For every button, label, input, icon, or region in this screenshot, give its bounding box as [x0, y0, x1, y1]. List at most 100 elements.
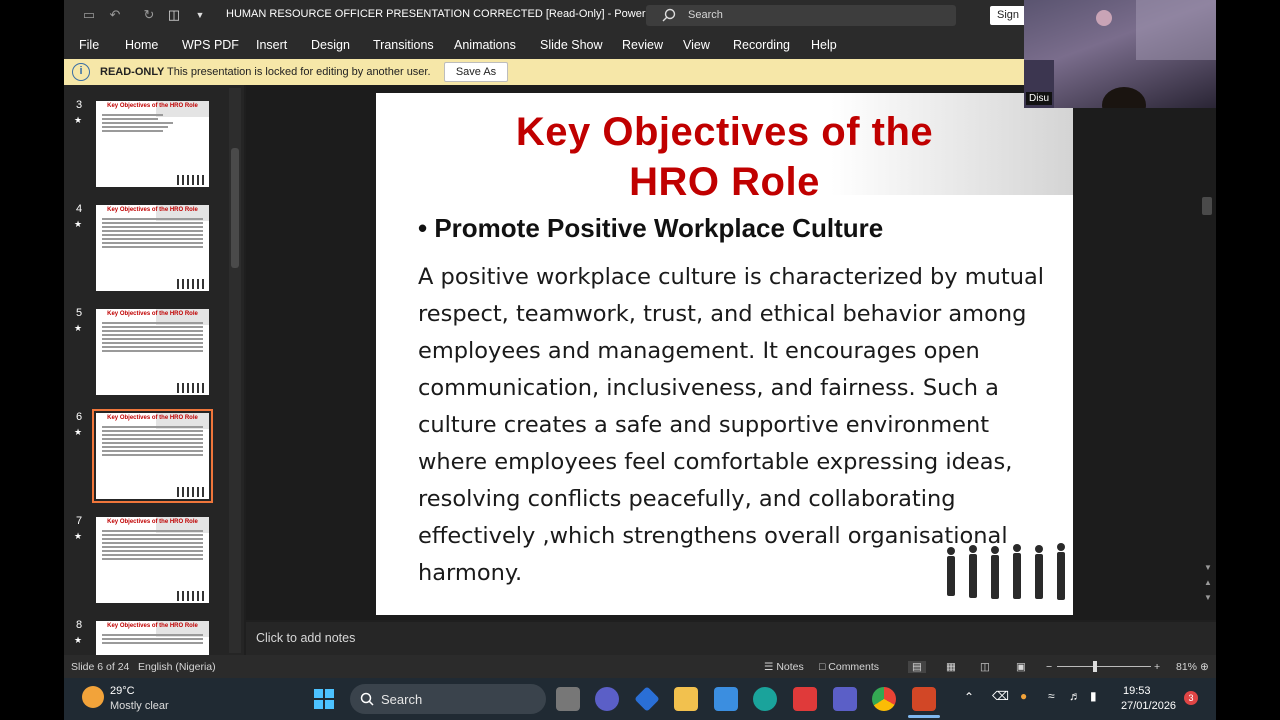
present-icon[interactable]: ◫: [166, 7, 182, 23]
powerpoint-icon[interactable]: [912, 687, 936, 711]
show-hidden-icons-icon[interactable]: ⌃: [964, 690, 974, 704]
edge-icon[interactable]: [753, 687, 777, 711]
slide-thumbnail-5[interactable]: Key Objectives of the HRO Role: [96, 309, 209, 395]
slide-thumbnail-6[interactable]: Key Objectives of the HRO Role: [92, 409, 213, 503]
webcam-overlay: Disu: [1024, 0, 1216, 108]
layers-app-icon[interactable]: [634, 686, 660, 712]
comments-label: Comments: [828, 661, 880, 673]
weather-status[interactable]: Mostly clear: [110, 700, 169, 712]
slide-thumbnail-pane: 3 ★ Key Objectives of the HRO Role 4 ★ K…: [64, 85, 244, 655]
tab-view[interactable]: View: [683, 38, 710, 52]
autosave-icon[interactable]: ▭: [81, 7, 97, 23]
previous-slide-icon[interactable]: ▲: [1204, 578, 1212, 587]
bullet-dot: •: [418, 213, 435, 243]
fit-to-window-icon[interactable]: ⊕: [1200, 661, 1209, 673]
windows-start-icon[interactable]: [314, 689, 334, 709]
animation-star-icon: ★: [74, 427, 83, 437]
zoom-out-icon[interactable]: −: [1046, 661, 1052, 673]
read-only-label: READ-ONLY: [100, 66, 165, 78]
zoom-slider-thumb[interactable]: [1093, 661, 1097, 672]
current-slide[interactable]: Key Objectives of the HRO Role • Promote…: [376, 93, 1073, 615]
tab-slide-show[interactable]: Slide Show: [540, 38, 603, 52]
sign-in-button[interactable]: Sign: [990, 6, 1026, 25]
participant-name: Disu: [1026, 92, 1053, 105]
task-view-icon[interactable]: [556, 687, 580, 711]
tab-insert[interactable]: Insert: [256, 38, 287, 52]
wps-office-icon[interactable]: [793, 687, 817, 711]
slideshow-icon[interactable]: ▣: [1016, 661, 1026, 673]
people-silhouette-image: [947, 543, 1065, 600]
slide-thumbnail-7[interactable]: Key Objectives of the HRO Role: [96, 517, 209, 603]
tab-wps-pdf[interactable]: WPS PDF: [182, 38, 239, 52]
slide-bullet[interactable]: • Promote Positive Workplace Culture: [418, 213, 883, 244]
notes-label: Notes: [776, 661, 804, 673]
search-input[interactable]: Search: [646, 5, 956, 26]
network-off-icon[interactable]: ⌫: [992, 689, 1009, 703]
tab-home[interactable]: Home: [125, 38, 158, 52]
chrome-icon[interactable]: [872, 687, 896, 711]
customize-toolbar-icon[interactable]: ▼: [192, 7, 208, 23]
tab-help[interactable]: Help: [811, 38, 837, 52]
next-slide-icon[interactable]: ▼: [1204, 593, 1212, 602]
temperature[interactable]: 29°C: [110, 685, 135, 697]
slide-scrollbar[interactable]: [1200, 107, 1214, 607]
thumb-text: [96, 214, 209, 252]
zoom-slider[interactable]: [1057, 666, 1151, 667]
slide-thumbnail-3[interactable]: Key Objectives of the HRO Role: [96, 101, 209, 187]
zoom-level[interactable]: 81%: [1176, 661, 1197, 673]
thumb-text: [96, 422, 209, 460]
tab-design[interactable]: Design: [311, 38, 350, 52]
reading-view-icon[interactable]: ◫: [980, 661, 990, 673]
tab-animations[interactable]: Animations: [454, 38, 516, 52]
slide-thumbnail-8[interactable]: Key Objectives of the HRO Role: [96, 621, 209, 655]
file-explorer-icon[interactable]: [674, 687, 698, 711]
thumb-people-image: [177, 279, 207, 289]
search-icon: [662, 8, 676, 22]
normal-view-icon[interactable]: ▤: [908, 661, 926, 673]
language-indicator[interactable]: English (Nigeria): [138, 661, 216, 673]
chat-icon[interactable]: [595, 687, 619, 711]
thumb-title: Key Objectives of the HRO Role: [107, 519, 198, 525]
active-app-indicator: [908, 715, 940, 718]
scroll-down-icon[interactable]: ▼: [1204, 563, 1212, 572]
notes-pane[interactable]: Click to add notes: [246, 622, 1216, 655]
thumb-text: [96, 526, 209, 564]
zoom-in-icon[interactable]: +: [1154, 661, 1160, 673]
wifi-icon[interactable]: ≈: [1048, 689, 1055, 703]
slide-title[interactable]: Key Objectives of the HRO Role: [376, 107, 1073, 207]
notes-icon: ☰: [764, 661, 777, 673]
slide-title-line-2: HRO Role: [629, 160, 820, 204]
tab-review[interactable]: Review: [622, 38, 663, 52]
store-icon[interactable]: [714, 687, 738, 711]
taskbar-search[interactable]: Search: [350, 684, 546, 714]
thumbnail-scrollbar[interactable]: [229, 88, 241, 653]
notes-button[interactable]: ☰ Notes: [764, 661, 804, 673]
animation-star-icon: ★: [74, 531, 83, 541]
undo-icon[interactable]: ↶: [107, 7, 123, 23]
comment-icon: □: [819, 661, 829, 673]
battery-icon[interactable]: ▮: [1090, 689, 1097, 703]
thumb-people-image: [177, 383, 207, 393]
slide-sorter-icon[interactable]: ▦: [946, 661, 956, 673]
info-icon: i: [72, 63, 90, 81]
notification-badge[interactable]: 3: [1184, 691, 1198, 705]
bullet-text: Promote Positive Workplace Culture: [434, 213, 884, 243]
save-as-button[interactable]: Save As: [444, 62, 508, 82]
microphone-icon[interactable]: ●: [1020, 689, 1027, 703]
redo-icon[interactable]: ↻: [141, 7, 157, 23]
comments-button[interactable]: □ Comments: [819, 661, 879, 673]
weather-icon[interactable]: [82, 686, 104, 708]
clock-date[interactable]: 27/01/2026: [1121, 700, 1176, 712]
slide-thumbnail-4[interactable]: Key Objectives of the HRO Role: [96, 205, 209, 291]
animation-star-icon: ★: [74, 219, 83, 229]
thumb-title: Key Objectives of the HRO Role: [107, 415, 198, 421]
tab-recording[interactable]: Recording: [733, 38, 790, 52]
thumb-number: 4: [76, 203, 83, 215]
tab-file[interactable]: File: [79, 38, 99, 52]
volume-icon[interactable]: ♬: [1069, 689, 1081, 703]
scroll-thumb[interactable]: [1202, 197, 1212, 215]
scroll-thumb[interactable]: [231, 148, 239, 268]
clock-time[interactable]: 19:53: [1123, 685, 1151, 697]
tab-transitions[interactable]: Transitions: [373, 38, 434, 52]
teams-icon[interactable]: [833, 687, 857, 711]
